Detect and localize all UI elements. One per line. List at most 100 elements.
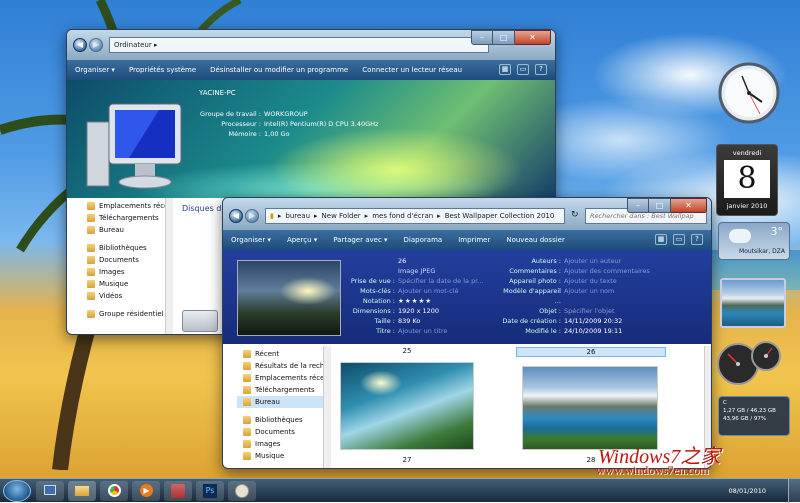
organize-menu[interactable]: Organiser ▾ xyxy=(231,236,271,244)
breadcrumb-item[interactable]: Best Wallpaper Collection 2010 xyxy=(445,209,555,223)
preview-pane-icon[interactable]: ▭ xyxy=(517,64,529,75)
close-button[interactable]: ✕ xyxy=(515,30,551,45)
taskbar-media[interactable]: ▶ xyxy=(132,481,160,501)
share-with-menu[interactable]: Partager avec ▾ xyxy=(333,236,387,244)
weather-gadget[interactable]: 3° Moutsikar, DZA xyxy=(718,222,790,260)
show-desktop-button[interactable] xyxy=(788,479,800,503)
system-properties-button[interactable]: Propriétés système xyxy=(129,66,196,74)
nav-libraries[interactable]: Bibliothèques xyxy=(81,242,165,254)
preview-pane-icon[interactable]: ▭ xyxy=(673,234,685,245)
view-icon[interactable]: ▦ xyxy=(655,234,667,245)
cpu-meter-gadget[interactable] xyxy=(716,338,782,390)
title-bar[interactable]: ◀ ▶ ▮ ▸ bureau ▸ New Folder ▸ mes fond d… xyxy=(223,198,711,230)
maximize-button[interactable]: □ xyxy=(649,198,671,213)
clock-gadget[interactable] xyxy=(718,62,780,124)
slideshow-gadget[interactable] xyxy=(720,278,786,328)
nav-desktop[interactable]: Bureau xyxy=(81,224,165,236)
detail-value[interactable]: Ajouter un nom xyxy=(564,286,614,306)
taskbar-explorer[interactable] xyxy=(36,481,64,501)
view-icon[interactable]: ▦ xyxy=(499,64,511,75)
command-bar: Organiser ▾ Aperçu ▾ Partager avec ▾ Dia… xyxy=(223,230,711,250)
nav-desktop[interactable]: Bureau xyxy=(237,396,323,408)
back-icon[interactable]: ◀ xyxy=(229,209,243,223)
taskbar-chrome[interactable] xyxy=(100,481,128,501)
forward-icon[interactable]: ▶ xyxy=(89,38,103,52)
weather-temperature: 3° xyxy=(770,225,784,238)
calendar-month: janvier 2010 xyxy=(726,202,768,210)
nav-videos[interactable]: Vidéos xyxy=(81,290,165,302)
help-icon[interactable]: ? xyxy=(535,64,547,75)
map-network-drive-button[interactable]: Connecter un lecteur réseau xyxy=(362,66,462,74)
minimize-button[interactable]: – xyxy=(627,198,649,213)
nav-images[interactable]: Images xyxy=(237,438,323,450)
rating-stars[interactable]: ★★★★★ xyxy=(398,296,432,306)
new-folder-button[interactable]: Nouveau dossier xyxy=(506,236,565,244)
preview-menu[interactable]: Aperçu ▾ xyxy=(287,236,317,244)
folder-window: ◀ ▶ ▮ ▸ bureau ▸ New Folder ▸ mes fond d… xyxy=(222,197,712,469)
detail-value[interactable]: Ajouter des commentaires xyxy=(564,266,650,276)
file-type: Image JPEG xyxy=(398,267,436,275)
file-label-selected[interactable]: 26 xyxy=(516,347,666,357)
nav-music[interactable]: Musique xyxy=(81,278,165,290)
nav-images[interactable]: Images xyxy=(81,266,165,278)
detail-value[interactable]: Ajouter un titre xyxy=(398,326,447,336)
detail-value[interactable]: Spécifier l'objet xyxy=(564,306,615,316)
detail-value[interactable]: Ajouter un auteur xyxy=(564,256,621,266)
taskbar-photoshop[interactable]: Ps xyxy=(196,481,224,501)
title-bar[interactable]: ◀ ▶ Ordinateur ▸ – □ ✕ xyxy=(67,30,555,60)
forward-icon[interactable]: ▶ xyxy=(245,209,259,223)
sidebar-scrollbar[interactable] xyxy=(323,346,331,468)
start-button[interactable] xyxy=(3,480,31,502)
back-icon[interactable]: ◀ xyxy=(73,38,87,52)
nav-music[interactable]: Musique xyxy=(237,450,323,462)
nav-recent[interactable]: Récent xyxy=(237,348,323,360)
taskbar-paint[interactable] xyxy=(228,481,256,501)
nav-documents[interactable]: Documents xyxy=(237,426,323,438)
help-icon[interactable]: ? xyxy=(691,234,703,245)
minimize-button[interactable]: – xyxy=(471,30,493,45)
detail-label: Dimensions : xyxy=(352,307,395,315)
detail-value[interactable]: Ajouter du texte xyxy=(564,276,617,286)
detail-label: Notation : xyxy=(362,297,395,305)
navigation-pane: Emplacements récer Téléchargements Burea… xyxy=(81,198,171,334)
wallpaper-thumbnail[interactable] xyxy=(340,362,474,450)
detail-label: Commentaires : xyxy=(509,267,561,275)
drive-icon[interactable] xyxy=(182,310,218,332)
print-button[interactable]: Imprimer xyxy=(458,236,490,244)
taskbar-app[interactable] xyxy=(164,481,192,501)
organize-menu[interactable]: Organiser ▾ xyxy=(75,66,115,74)
nav-search-results[interactable]: Résultats de la reche xyxy=(237,360,329,372)
calendar-date: 8 xyxy=(724,160,770,198)
uninstall-program-button[interactable]: Désinstaller ou modifier un programme xyxy=(210,66,348,74)
nav-recent-places[interactable]: Emplacements récer xyxy=(237,372,327,384)
command-bar: Organiser ▾ Propriétés système Désinstal… xyxy=(67,60,555,80)
detail-value[interactable]: Spécifier la date de la pr... xyxy=(398,276,484,286)
refresh-icon[interactable]: ↻ xyxy=(571,210,579,220)
nav-recent-places[interactable]: Emplacements récer xyxy=(81,200,171,212)
maximize-button[interactable]: □ xyxy=(493,30,515,45)
nav-libraries[interactable]: Bibliothèques xyxy=(237,414,323,426)
nav-documents[interactable]: Documents xyxy=(81,254,165,266)
info-label: Mémoire : xyxy=(228,130,261,138)
breadcrumb[interactable]: ▮ ▸ bureau ▸ New Folder ▸ mes fond d'écr… xyxy=(265,208,565,224)
nav-downloads[interactable]: Téléchargements xyxy=(237,384,323,396)
info-label: Groupe de travail : xyxy=(200,110,261,118)
detail-value: 839 Ko xyxy=(398,317,421,325)
breadcrumb-item[interactable]: New Folder xyxy=(322,209,361,223)
slideshow-button[interactable]: Diaporama xyxy=(404,236,443,244)
detail-value[interactable]: Ajouter un mot-clé xyxy=(398,286,459,296)
taskbar-folders[interactable] xyxy=(68,481,96,501)
breadcrumb-item[interactable]: mes fond d'écran xyxy=(372,209,433,223)
nav-homegroup[interactable]: Groupe résidentiel xyxy=(81,308,165,320)
nav-downloads[interactable]: Téléchargements xyxy=(81,212,165,224)
calendar-gadget[interactable]: vendredi 8 janvier 2010 xyxy=(716,144,778,216)
close-button[interactable]: ✕ xyxy=(671,198,707,213)
sidebar-scrollbar[interactable] xyxy=(165,198,173,334)
detail-label: Auteurs : xyxy=(531,257,561,265)
info-value: WORKGROUP xyxy=(264,110,308,118)
breadcrumb-item[interactable]: bureau xyxy=(285,209,310,223)
wallpaper-thumbnail[interactable] xyxy=(522,366,658,450)
tray-clock-date[interactable]: 08/01/2010 xyxy=(729,487,766,495)
drive-meter-gadget[interactable]: C 1,27 GB / 46,23 GB 43,96 GB / 97% xyxy=(718,396,790,436)
address-bar[interactable]: Ordinateur ▸ xyxy=(109,37,489,53)
